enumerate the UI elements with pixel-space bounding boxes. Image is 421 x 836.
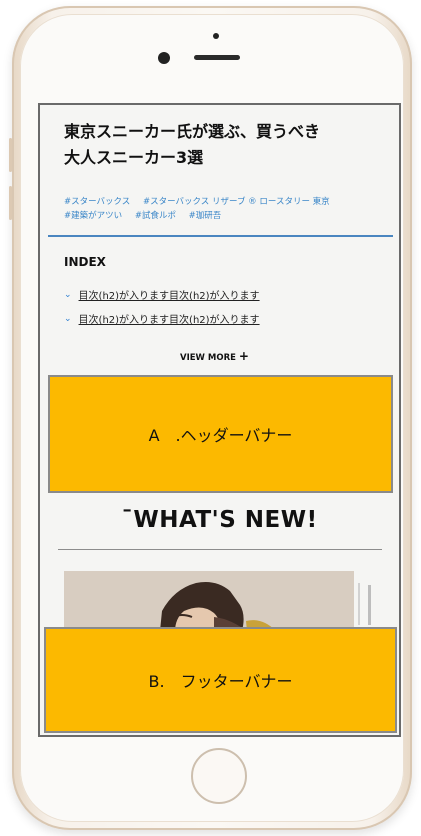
- front-sensor-icon: [213, 33, 219, 39]
- index-item[interactable]: ⌄ 目次(h2)が入ります目次(h2)が入ります: [64, 287, 260, 303]
- footer-banner[interactable]: B. フッターバナー: [44, 627, 397, 733]
- volume-button: [9, 186, 12, 220]
- scrollbar[interactable]: [368, 585, 371, 625]
- home-button[interactable]: [191, 748, 247, 804]
- view-more-label: VIEW MORE: [180, 353, 236, 363]
- tag-list: #スターバックス #スターバックス リザーブ ® ロースタリー 東京 #建築がア…: [64, 195, 384, 223]
- tag-link[interactable]: #建築がアツい: [64, 211, 122, 221]
- header-banner-label: A .ヘッダーバナー: [148, 426, 293, 445]
- plus-icon: +: [238, 349, 249, 363]
- speaker-grill: [194, 55, 240, 60]
- volume-button: [9, 138, 12, 172]
- camera-icon: [158, 52, 170, 64]
- phone-screen: 東京スニーカー氏が選ぶ、買うべき 大人スニーカー3選 #スターバックス #スター…: [38, 103, 401, 737]
- divider: [48, 235, 393, 237]
- scrollbar-track: [358, 583, 360, 625]
- tag-link[interactable]: #スターバックス リザーブ ® ロースタリー 東京: [143, 197, 330, 207]
- footer-banner-label: B. フッターバナー: [148, 672, 293, 691]
- whats-new-label: WHAT'S NEW!: [133, 507, 318, 533]
- divider: [58, 549, 382, 550]
- heading-prefix: ¯: [121, 507, 134, 533]
- index-item[interactable]: ⌄ 目次(h2)が入ります目次(h2)が入ります: [64, 311, 260, 327]
- index-item-label: 目次(h2)が入ります目次(h2)が入ります: [78, 291, 260, 302]
- article-title-line: 大人スニーカー3選: [64, 148, 204, 167]
- header-banner[interactable]: A .ヘッダーバナー: [48, 375, 393, 493]
- tag-link[interactable]: #試食ルポ: [135, 211, 176, 221]
- article-title-line: 東京スニーカー氏が選ぶ、買うべき: [64, 122, 321, 141]
- whats-new-heading: ¯WHAT'S NEW!: [40, 507, 399, 533]
- index-item-label: 目次(h2)が入ります目次(h2)が入ります: [78, 315, 260, 326]
- tag-link[interactable]: #スターバックス: [64, 197, 130, 207]
- chevron-down-icon: ⌄: [64, 289, 72, 300]
- chevron-down-icon: ⌄: [64, 313, 72, 324]
- view-more-button[interactable]: VIEW MORE +: [180, 349, 249, 363]
- article-title: 東京スニーカー氏が選ぶ、買うべき 大人スニーカー3選: [64, 119, 384, 171]
- index-heading: INDEX: [64, 255, 106, 269]
- tag-link[interactable]: #珈研吾: [189, 211, 222, 221]
